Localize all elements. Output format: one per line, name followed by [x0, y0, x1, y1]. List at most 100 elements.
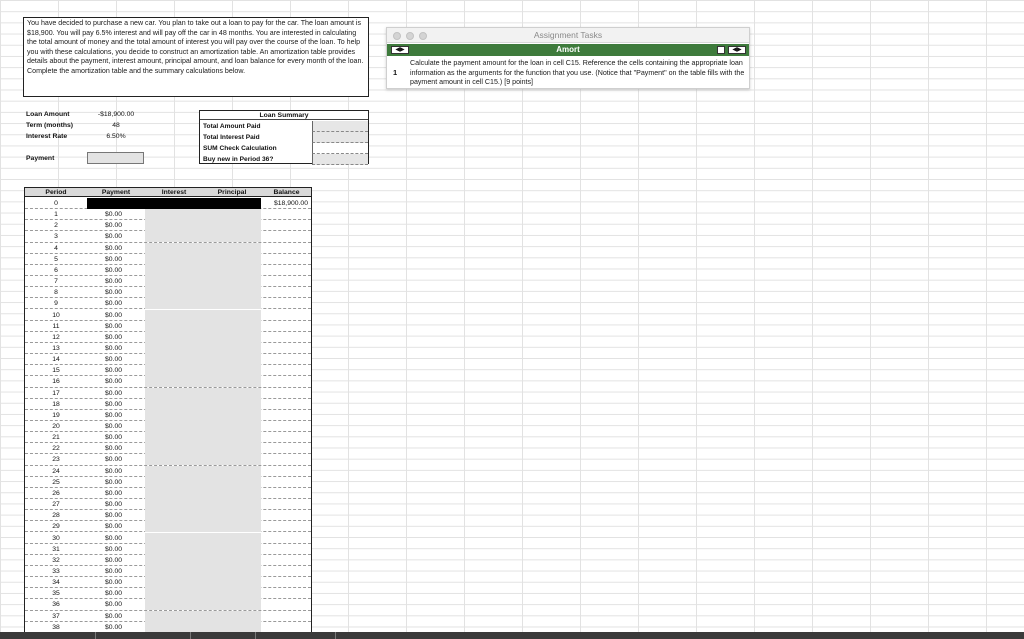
principal-cell[interactable] [203, 577, 261, 589]
payment-cell[interactable]: $0.00 [87, 376, 145, 387]
interest-cell[interactable] [145, 276, 203, 288]
interest-cell[interactable] [145, 487, 203, 499]
balance-cell[interactable] [261, 521, 312, 532]
balance-cell[interactable] [261, 566, 312, 577]
period-cell[interactable]: 1 [25, 209, 87, 220]
interest-cell[interactable] [145, 298, 203, 310]
interest-cell[interactable] [145, 565, 203, 577]
interest-cell[interactable] [145, 499, 203, 511]
period-cell[interactable]: 11 [25, 321, 87, 332]
balance-cell[interactable] [261, 365, 312, 376]
interest-cell[interactable] [145, 443, 203, 455]
payment-cell[interactable]: $0.00 [87, 577, 145, 588]
period-cell[interactable]: 28 [25, 510, 87, 521]
balance-cell[interactable] [261, 310, 312, 321]
principal-cell[interactable] [203, 443, 261, 455]
interest-cell[interactable] [145, 242, 203, 254]
balance-cell[interactable] [261, 599, 312, 610]
interest-cell[interactable] [145, 454, 203, 466]
balance-cell[interactable] [261, 209, 312, 220]
payment-cell[interactable]: $0.00 [87, 410, 145, 421]
summary-row-total-paid[interactable]: Total Amount Paid [200, 121, 368, 132]
payment-cell[interactable]: $0.00 [87, 209, 145, 220]
interest-cell[interactable] [145, 543, 203, 555]
interest-cell[interactable] [145, 398, 203, 410]
principal-cell[interactable] [203, 510, 261, 522]
balance-cell[interactable] [261, 243, 312, 254]
payment-cell[interactable]: $0.00 [87, 499, 145, 510]
interest-rate-value[interactable]: 6.50% [88, 133, 144, 140]
payment-cell[interactable]: $0.00 [87, 287, 145, 298]
period-cell[interactable]: 35 [25, 588, 87, 599]
interest-cell[interactable] [145, 532, 203, 544]
period-cell[interactable]: 10 [25, 310, 87, 321]
interest-cell[interactable] [145, 588, 203, 600]
balance-cell[interactable] [261, 220, 312, 231]
interest-cell[interactable] [145, 231, 203, 243]
payment-cell[interactable] [87, 198, 145, 209]
period-cell[interactable]: 24 [25, 466, 87, 477]
principal-cell[interactable] [203, 276, 261, 288]
payment-cell[interactable]: $0.00 [87, 254, 145, 265]
period-cell[interactable]: 16 [25, 376, 87, 387]
period-cell[interactable]: 15 [25, 365, 87, 376]
period-cell[interactable]: 6 [25, 265, 87, 276]
balance-cell[interactable] [261, 231, 312, 242]
payment-cell[interactable]: $0.00 [87, 243, 145, 254]
principal-cell[interactable] [203, 543, 261, 555]
payment-cell[interactable]: $0.00 [87, 421, 145, 432]
balance-cell[interactable] [261, 376, 312, 387]
period-cell[interactable]: 13 [25, 343, 87, 354]
payment-cell[interactable]: $0.00 [87, 533, 145, 544]
payment-cell[interactable]: $0.00 [87, 343, 145, 354]
balance-cell[interactable] [261, 454, 312, 465]
period-cell[interactable]: 0 [25, 198, 87, 209]
principal-cell[interactable] [203, 554, 261, 566]
balance-cell[interactable] [261, 477, 312, 488]
principal-cell[interactable] [203, 264, 261, 276]
period-cell[interactable]: 21 [25, 432, 87, 443]
payment-cell[interactable]: $0.00 [87, 488, 145, 499]
interest-cell[interactable] [145, 264, 203, 276]
principal-cell[interactable] [203, 588, 261, 600]
payment-cell[interactable]: $0.00 [87, 388, 145, 399]
period-cell[interactable]: 36 [25, 599, 87, 610]
summary-value-cell[interactable] [312, 143, 368, 154]
interest-cell[interactable] [145, 198, 203, 209]
tab-nav-right-button[interactable]: ◀▶ [728, 46, 746, 54]
principal-cell[interactable] [203, 409, 261, 421]
principal-cell[interactable] [203, 476, 261, 488]
period-cell[interactable]: 14 [25, 354, 87, 365]
payment-cell[interactable]: $0.00 [87, 566, 145, 577]
payment-cell[interactable]: $0.00 [87, 477, 145, 488]
square-toggle-icon[interactable] [717, 46, 725, 54]
principal-cell[interactable] [203, 354, 261, 366]
interest-cell[interactable] [145, 510, 203, 522]
interest-cell[interactable] [145, 342, 203, 354]
balance-cell[interactable] [261, 611, 312, 622]
balance-cell[interactable] [261, 276, 312, 287]
principal-cell[interactable] [203, 365, 261, 377]
interest-cell[interactable] [145, 354, 203, 366]
balance-cell[interactable] [261, 287, 312, 298]
summary-row-total-interest[interactable]: Total Interest Paid [200, 132, 368, 143]
principal-cell[interactable] [203, 454, 261, 466]
sheet-tab[interactable] [255, 632, 335, 639]
balance-cell[interactable] [261, 432, 312, 443]
period-cell[interactable]: 2 [25, 220, 87, 231]
balance-cell[interactable] [261, 410, 312, 421]
principal-cell[interactable] [203, 320, 261, 332]
period-cell[interactable]: 37 [25, 611, 87, 622]
interest-cell[interactable] [145, 387, 203, 399]
period-cell[interactable]: 4 [25, 243, 87, 254]
interest-cell[interactable] [145, 331, 203, 343]
period-cell[interactable]: 9 [25, 298, 87, 309]
payment-cell[interactable]: $0.00 [87, 454, 145, 465]
period-cell[interactable]: 19 [25, 410, 87, 421]
interest-cell[interactable] [145, 432, 203, 444]
balance-cell[interactable] [261, 443, 312, 454]
balance-cell[interactable] [261, 533, 312, 544]
interest-cell[interactable] [145, 365, 203, 377]
sheet-tab[interactable] [95, 632, 175, 639]
payment-cell[interactable]: $0.00 [87, 466, 145, 477]
